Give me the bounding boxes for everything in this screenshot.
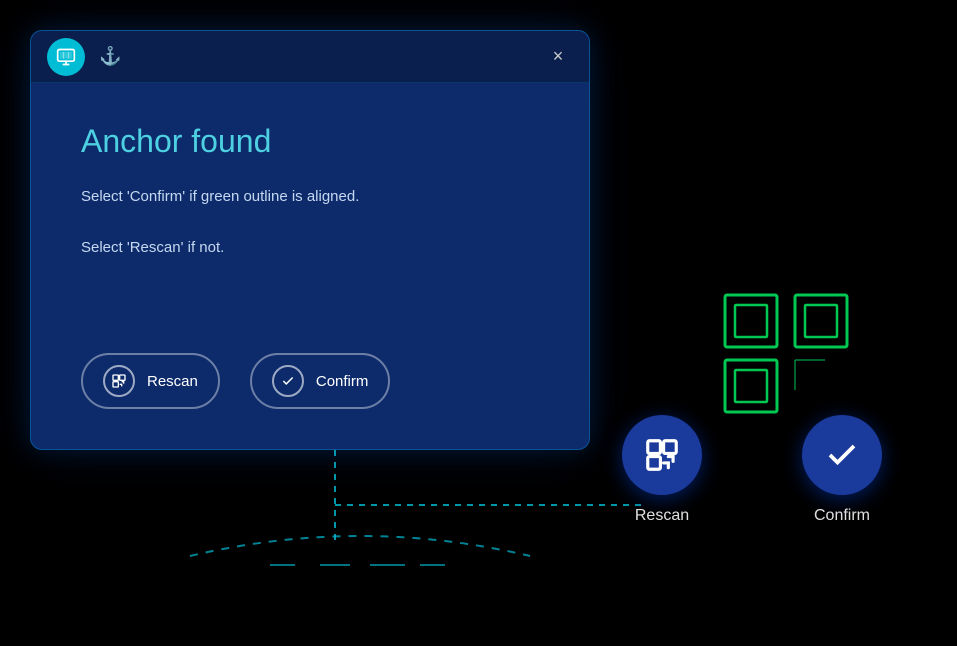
confirm-button[interactable]: Confirm <box>250 353 391 409</box>
titlebar: ⚓ × <box>31 31 589 83</box>
screen-icon <box>56 47 76 67</box>
large-rescan-circle[interactable] <box>622 415 702 495</box>
window-body: Anchor found Select 'Confirm' if green o… <box>31 83 589 291</box>
large-confirm-circle[interactable] <box>802 415 882 495</box>
window-actions: Rescan Confirm <box>81 353 390 409</box>
scatter-dashes <box>250 540 450 590</box>
anchor-found-panel: ⚓ × Anchor found Select 'Confirm' if gre… <box>30 30 590 450</box>
rescan-button[interactable]: Rescan <box>81 353 220 409</box>
anchor-instruction: Select 'Confirm' if green outline is ali… <box>81 184 539 261</box>
titlebar-icon-circle <box>47 38 85 76</box>
confirm-icon <box>272 365 304 397</box>
confirm-label: Confirm <box>316 373 369 390</box>
rescan-icon <box>103 365 135 397</box>
holographic-squares <box>717 290 857 420</box>
large-confirm-icon <box>824 437 860 473</box>
large-confirm-button[interactable]: Confirm <box>802 415 882 525</box>
large-rescan-icon <box>643 436 681 474</box>
large-rescan-label: Rescan <box>635 507 689 525</box>
rescan-label: Rescan <box>147 373 198 390</box>
large-rescan-button[interactable]: Rescan <box>622 415 702 525</box>
anchor-icon: ⚓ <box>99 46 121 67</box>
large-confirm-label: Confirm <box>814 507 870 525</box>
anchor-found-heading: Anchor found <box>81 123 539 160</box>
close-button[interactable]: × <box>543 42 573 72</box>
